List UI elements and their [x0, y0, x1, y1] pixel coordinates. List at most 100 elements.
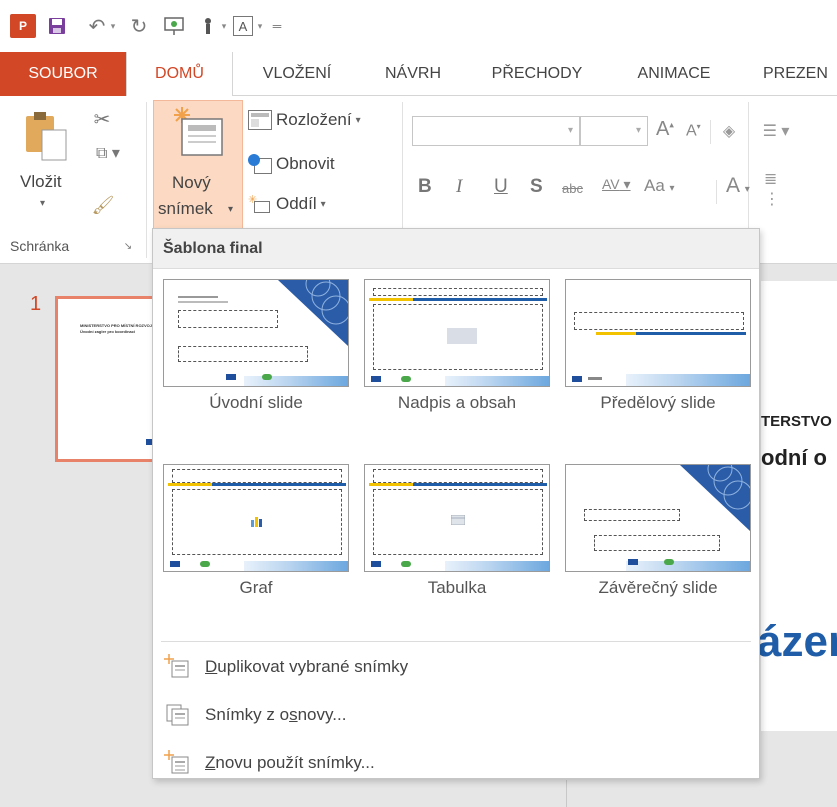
clear-formatting-icon[interactable]: ◈ [718, 118, 740, 144]
bold-button[interactable]: B [418, 176, 432, 198]
save-icon[interactable] [46, 14, 68, 38]
character-spacing-button[interactable]: AV ▾ [602, 176, 631, 193]
copy-icon[interactable]: ⧉ ▾ [90, 140, 126, 166]
tab-insert[interactable]: VLOŽENÍ [233, 52, 361, 96]
clipboard-launcher-icon[interactable]: ↘ [122, 240, 134, 252]
font-name-dropdown-icon: ▾ [567, 125, 573, 136]
slide-text-ministry: TERSTVO [761, 413, 832, 430]
footer-wave [626, 561, 750, 571]
reset-button[interactable]: Obnovit [248, 150, 388, 178]
touch-mode-icon[interactable] [198, 14, 218, 38]
layout-button[interactable]: Rozložení ▾ [248, 106, 388, 134]
slide-text-subtitle: ázen [757, 617, 837, 666]
eu-flag-icon [371, 376, 381, 382]
new-slide-dropdown-icon[interactable]: ▾ [228, 204, 233, 215]
ribbon-tabs: SOUBOR DOMŮ VLOŽENÍ NÁVRH PŘECHODY ANIMA… [0, 52, 837, 97]
italic-button[interactable]: I [456, 176, 462, 198]
start-slideshow-icon[interactable] [162, 14, 188, 38]
slide-canvas[interactable]: TERSTVO odní o ázen [757, 281, 837, 731]
gallery-separator [161, 641, 751, 642]
new-slide-label: Nový [172, 173, 211, 192]
customize-toolbar-icon[interactable]: ═ [270, 14, 284, 38]
duplicate-slides-icon [163, 653, 191, 681]
section-button[interactable]: ✳ Oddíl ▾ [248, 190, 388, 218]
layout-title-and-content[interactable] [364, 279, 550, 387]
placeholder-text [178, 296, 218, 298]
table-icon [451, 515, 465, 525]
font-size-select[interactable]: ▾ [580, 116, 648, 146]
reset-label: Obnovit [276, 154, 335, 173]
layout-label: Nadpis a obsah [397, 393, 517, 412]
new-slide-label-2: snímek [158, 199, 213, 218]
paste-dropdown-icon[interactable]: ▾ [40, 198, 45, 209]
tab-design[interactable]: NÁVRH [361, 52, 465, 96]
accent-bar [636, 332, 746, 335]
powerpoint-logo-icon[interactable]: P [10, 14, 36, 38]
pane-divider [566, 780, 567, 807]
eu-flag-icon [170, 561, 180, 567]
placeholder-text [178, 301, 228, 303]
touch-mode-dropdown-icon[interactable]: ▾ [219, 14, 229, 38]
layout-label: Úvodní slide [209, 393, 303, 412]
footer-wave [445, 376, 549, 386]
strikethrough-button[interactable]: abc [562, 181, 583, 196]
section-label: Oddíl [276, 194, 317, 213]
tab-file[interactable]: SOUBOR [0, 52, 126, 96]
reuse-slides-item[interactable]: Znovu použít snímky... [153, 743, 759, 783]
undo-dropdown-icon[interactable]: ▾ [108, 14, 118, 38]
cut-icon[interactable]: ✂ [90, 106, 114, 132]
tab-transitions[interactable]: PŘECHODY [465, 52, 609, 96]
footer-wave [445, 561, 549, 571]
title-placeholder [172, 469, 342, 483]
group-separator [146, 102, 147, 258]
new-slide-button[interactable]: Nový snímek ▾ [153, 100, 243, 230]
font-dropdown-icon[interactable]: ▾ [255, 14, 265, 38]
title-placeholder [584, 509, 680, 521]
footer-wave [626, 374, 750, 386]
accent-bar [596, 332, 636, 335]
slides-from-outline-label: Snímky z osnovy... [205, 705, 347, 724]
duplicate-slides-item[interactable]: Duplikovat vybrané snímky [153, 647, 759, 687]
redo-icon[interactable]: ↻ [128, 14, 150, 38]
paste-icon[interactable] [22, 108, 74, 168]
layout-closing-slide[interactable] [565, 464, 751, 572]
bullets-icon[interactable]: ☰ ▾ [756, 118, 796, 144]
tab-home[interactable]: DOMŮ [126, 52, 233, 97]
reuse-slides-label: Znovu použít snímky... [205, 753, 375, 772]
subtitle-placeholder [178, 346, 308, 362]
new-slide-gallery: Šablona final Úvodní slide Nadpis a obsa… [152, 228, 760, 779]
accent-bar [369, 298, 413, 301]
underline-button[interactable]: U [494, 176, 508, 198]
layout-table[interactable] [364, 464, 550, 572]
slide-number: 1 [30, 293, 42, 315]
change-case-button[interactable]: Aa ▾ [644, 176, 675, 196]
tab-animations[interactable]: ANIMACE [609, 52, 739, 96]
accent-bar [168, 483, 212, 486]
thumb-title-line-1: MINISTERSTVO PRO MÍSTNÍ ROZVOJ [80, 323, 153, 328]
accent-bar [413, 298, 547, 301]
layout-icon [248, 110, 272, 130]
font-icon[interactable]: A [233, 16, 253, 36]
layout-label: Tabulka [427, 578, 487, 597]
shrink-font-button[interactable]: A▾ [686, 122, 701, 140]
paste-button[interactable]: Vložit [20, 172, 62, 192]
font-color-button[interactable]: A ▾ [726, 174, 750, 198]
eu-flag-icon [628, 559, 638, 565]
grow-font-button[interactable]: A▴ [656, 118, 674, 141]
layout-title-slide[interactable] [163, 279, 349, 387]
tab-slideshow[interactable]: PREZEN [739, 52, 837, 96]
format-painter-icon[interactable]: 🖌 [90, 192, 116, 218]
undo-icon[interactable]: ↶ [86, 14, 108, 38]
slides-from-outline-item[interactable]: Snímky z osnovy... [153, 695, 759, 735]
layout-chart[interactable] [163, 464, 349, 572]
title-placeholder [178, 310, 278, 328]
footer-wave [244, 561, 348, 571]
shadow-button[interactable]: S [530, 176, 543, 198]
eu-flag-icon [226, 374, 236, 380]
layout-section-header[interactable] [565, 279, 751, 387]
font-name-select[interactable]: ▾ [412, 116, 580, 146]
align-left-icon[interactable]: ≣ ⋮ [764, 171, 794, 208]
section-dropdown-icon: ▾ [320, 198, 326, 210]
accent-bar [212, 483, 346, 486]
layout-label: Závěrečný slide [598, 578, 718, 597]
